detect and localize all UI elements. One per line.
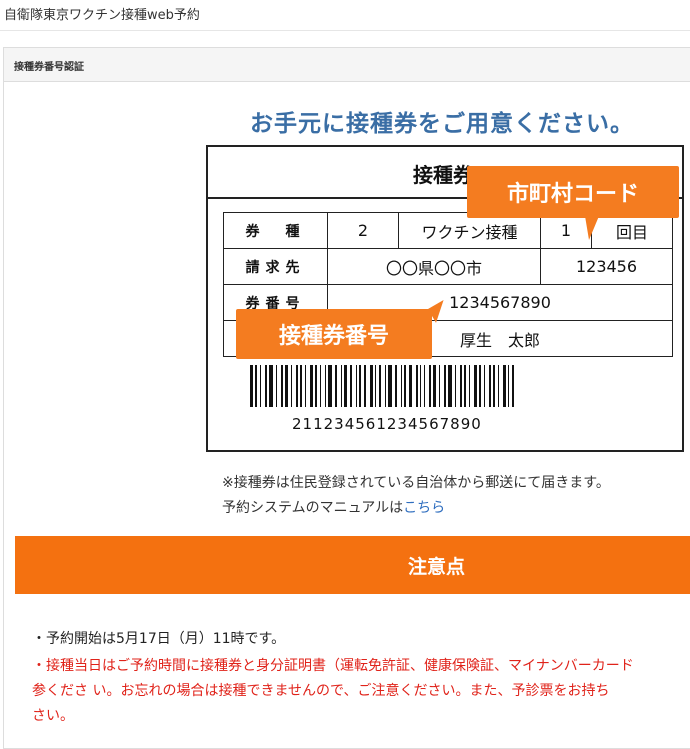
municipal-code-callout: 市町村コード [467,166,679,240]
barcode-bar [325,365,326,407]
ticket-type-value: 2 [327,212,399,249]
barcode-bar [469,365,470,407]
barcode-bar [448,365,452,407]
barcode-bar [404,365,406,407]
barcode-bar [315,365,317,407]
caution-banner-title: 注意点 [408,556,466,578]
ticket-title: 接種券 [413,163,473,187]
barcode-bar [370,365,373,407]
barcode-bar [493,365,495,407]
barcode-bar [310,365,313,407]
barcode-bar [385,365,386,407]
barcode-bar [455,365,456,407]
barcode-bar [344,365,347,407]
barcode-bar [508,365,509,407]
ticket-number-callout: 接種券番号 [236,309,432,359]
caution-line-4: さい。 [32,708,74,724]
barcode-bar [265,365,267,407]
top-bar: 自衛隊東京ワクチン接種web予約 [0,0,690,31]
caution-banner: 注意点 [15,536,690,594]
barcode-bar [489,365,491,407]
barcode-bar [474,365,477,407]
barcode-bar [401,365,402,407]
barcode-bar [409,365,412,407]
barcode-bar [300,365,302,407]
barcode-bar [512,365,514,407]
barcode-bar [269,365,273,407]
panel-header: 接種券番号認証 [4,48,690,82]
barcode-bar [255,365,257,407]
barcode-bar [379,365,381,407]
barcode-bar [375,365,376,407]
barcode-bar [281,365,283,407]
barcode-bar [320,365,321,407]
barcode-bar [364,365,366,407]
manual-link[interactable]: こちら [403,500,445,516]
barcode-bar [356,365,357,407]
ticket-type-label: 券 種 [223,212,328,249]
barcode-bar [439,365,440,407]
barcode-bar [498,365,499,407]
barcode-bar [335,365,337,407]
barcode-bar [359,365,361,407]
barcode-bar [305,365,306,407]
barcode-bar [250,365,253,407]
barcode-bar [484,365,485,407]
mail-note: ※接種券は住民登録されている自治体から郵送にて届きます。 [222,475,610,491]
barcode-bar [433,365,436,407]
caution-line-2: ・接種当日はご予約時間に接種券と身分証明書（運転免許証、健康保険証、マイナンバー… [32,658,634,674]
barcode-bar [395,365,397,407]
barcode-bar [464,365,466,407]
billing-value: 〇〇県〇〇市 [327,248,541,285]
barcode [250,365,525,407]
barcode-bar [429,365,431,407]
barcode-bar [420,365,421,407]
barcode-bar [503,365,506,407]
manual-note-prefix: 予約システムのマニュアルは [222,500,404,516]
barcode-bar [460,365,462,407]
barcode-bar [260,365,261,407]
barcode-bar [444,365,446,407]
panel-title: 接種券番号認証 [14,62,84,73]
app-title: 自衛隊東京ワクチン接種web予約 [4,8,200,23]
barcode-number: 211234561234567890 [292,415,482,433]
barcode-bar [291,365,292,407]
barcode-bar [341,365,342,407]
caution-line-1: ・予約開始は5月17日（月）11時です。 [32,631,286,647]
barcode-bar [424,365,425,407]
barcode-bar [328,365,332,407]
municipal-code-value: 123456 [540,248,673,285]
barcode-bar [296,365,298,407]
barcode-bar [285,365,288,407]
barcode-bar [350,365,352,407]
barcode-bar [479,365,481,407]
billing-label: 請求先 [223,248,328,285]
barcode-bar [276,365,277,407]
manual-note: 予約システムのマニュアルはこちら [222,497,445,517]
instruction-headline: お手元に接種券をご用意ください。 [250,111,634,137]
barcode-bar [388,365,392,407]
barcode-bar [416,365,418,407]
caution-line-3: 参くださ い。お忘れの場合は接種できませんので、ご注意ください。また、予診票をお… [32,683,610,699]
